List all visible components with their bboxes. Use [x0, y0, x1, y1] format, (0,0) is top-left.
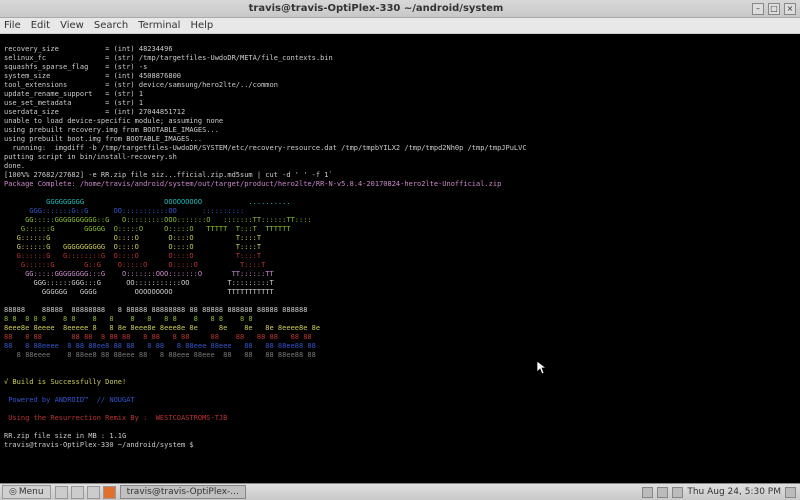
terminal-window: travis@travis-OptiPlex-330 ~/android/sys… [0, 0, 800, 483]
menu-view[interactable]: View [60, 20, 84, 31]
window-controls: – □ × [752, 3, 800, 15]
output-line: system_size = (int) 4508876800 [4, 72, 181, 80]
zip-size: RR.zip file size in MB : 1.1G [4, 432, 126, 440]
ascii-art-line: GGGGGG GGGG OOOOOOOOO TTTTTTTTTTT [4, 288, 312, 296]
tray-network-icon[interactable] [642, 487, 653, 498]
ascii-art-line: G::::::G GGGGG O:::::O O:::::O TTTTT T::… [4, 225, 303, 233]
tray-user-icon[interactable] [785, 487, 796, 498]
titlebar[interactable]: travis@travis-OptiPlex-330 ~/android/sys… [0, 0, 800, 18]
minimize-button[interactable]: – [752, 3, 764, 15]
start-menu-button[interactable]: ◎ Menu [2, 485, 51, 499]
ascii-art-line: 8 8 8 8 8 8 8 8 8 8 8 8 8 8 8 8 8 8 [4, 315, 257, 323]
ascii-art-line: 8 88eeee 8 88ee8 88 88eee 88 8 88eee 88e… [4, 351, 316, 359]
start-menu-label: Menu [19, 487, 44, 497]
output-line: selinux_fc = (str) /tmp/targetfiles-Uwdo… [4, 54, 333, 62]
ascii-art-line: GGG::::::GGG:::G OO:::::::::::OO T::::::… [4, 279, 312, 287]
output-line: userdata_size = (int) 27044851712 [4, 108, 185, 116]
output-line: use_set_metadata = (str) 1 [4, 99, 143, 107]
ascii-art-line: GGG:::::::G::G OO:::::::::::OO :::::::::… [4, 207, 274, 215]
show-desktop-icon[interactable] [55, 486, 68, 499]
window-title: travis@travis-OptiPlex-330 ~/android/sys… [0, 3, 752, 14]
firefox-icon[interactable] [103, 486, 116, 499]
ascii-art-line: G::::::G GGGGGGGGGG O::::O O::::O T::::T [4, 243, 307, 251]
output-line: unable to load device-specific module; a… [4, 117, 223, 125]
terminal-output[interactable]: recovery_size = (int) 48234496 selinux_f… [0, 34, 800, 483]
output-line: recovery_size = (int) 48234496 [4, 45, 173, 53]
powered-by: Powered by ANDROID™ // NOUGAT [4, 396, 135, 404]
file-manager-icon[interactable] [71, 486, 84, 499]
ascii-art-line: G::::::G G::::::::G O::::O O::::O T::::T [4, 252, 307, 260]
quick-launch [55, 486, 116, 499]
taskbar-window-label: travis@travis-OptiPlex-... [127, 487, 239, 497]
ascii-art-line: 88 8 88 88 88 8 88 88 8 88 8 88 88 88 88… [4, 333, 312, 341]
output-line: running: imgdiff -b /tmp/targetfiles-Uwd… [4, 144, 527, 152]
ascii-art-line: GGGGGGGGG OOOOOOOOO .......... [4, 198, 329, 206]
ascii-art-line: 8eee8e 8eeee 8eeeee 8 8 8e 8eee8e 8eee8e… [4, 324, 320, 332]
mint-icon: ◎ [9, 487, 17, 497]
ascii-art-line: G::::::G O::::O O::::O T::::T [4, 234, 307, 242]
terminal-icon[interactable] [87, 486, 100, 499]
taskbar: ◎ Menu travis@travis-OptiPlex-... Thu Au… [0, 483, 800, 500]
menu-bar: File Edit View Search Terminal Help [0, 18, 800, 34]
output-line: using prebuilt recovery.img from BOOTABL… [4, 126, 219, 134]
output-line: tool_extensions = (str) device/samsung/h… [4, 81, 278, 89]
shell-prompt: travis@travis-OptiPlex-330 ~/android/sys… [4, 441, 194, 449]
ascii-art-line: GG:::::GGGGGGGGGG::G O:::::::::OOO::::::… [4, 216, 324, 224]
output-line: using prebuilt boot.img from BOOTABLE_IM… [4, 135, 202, 143]
output-line: update_rename_support = (str) 1 [4, 90, 143, 98]
menu-help[interactable]: Help [190, 20, 213, 31]
output-line: done. [4, 162, 25, 170]
credits-line: Using the Resurrection Remix By : WESTCO… [4, 414, 227, 422]
menu-edit[interactable]: Edit [31, 20, 50, 31]
ascii-art-line: GG:::::GGGGGGGG:::G O:::::::OOO:::::::O … [4, 270, 312, 278]
system-tray: Thu Aug 24, 5:30 PM [642, 487, 800, 498]
output-line: putting script in bin/install-recovery.s… [4, 153, 177, 161]
maximize-button[interactable]: □ [768, 3, 780, 15]
output-line: Package Complete: /home/travis/android/s… [4, 180, 501, 188]
ascii-art-line: 88 8 88eeee 8 88 88ee8 88 88 8 88 8 88ee… [4, 342, 316, 350]
ascii-art-line: G::::::G G::G O:::::O O:::::O T::::T [4, 261, 312, 269]
build-done: √ Build is Successfully Done! [4, 378, 126, 386]
clock[interactable]: Thu Aug 24, 5:30 PM [687, 487, 781, 497]
output-line: [100%% 27682/27682] -e RR.zip file siz..… [4, 171, 333, 179]
taskbar-window-button[interactable]: travis@travis-OptiPlex-... [120, 485, 246, 499]
close-button[interactable]: × [784, 3, 796, 15]
tray-volume-icon[interactable] [657, 487, 668, 498]
menu-terminal[interactable]: Terminal [138, 20, 180, 31]
tray-battery-icon[interactable] [672, 487, 683, 498]
ascii-art-line: 88888 88888 88888888 8 88888 88888888 88… [4, 306, 307, 314]
menu-file[interactable]: File [4, 20, 21, 31]
output-line: squashfs_sparse_flag = (str) -s [4, 63, 147, 71]
menu-search[interactable]: Search [94, 20, 128, 31]
